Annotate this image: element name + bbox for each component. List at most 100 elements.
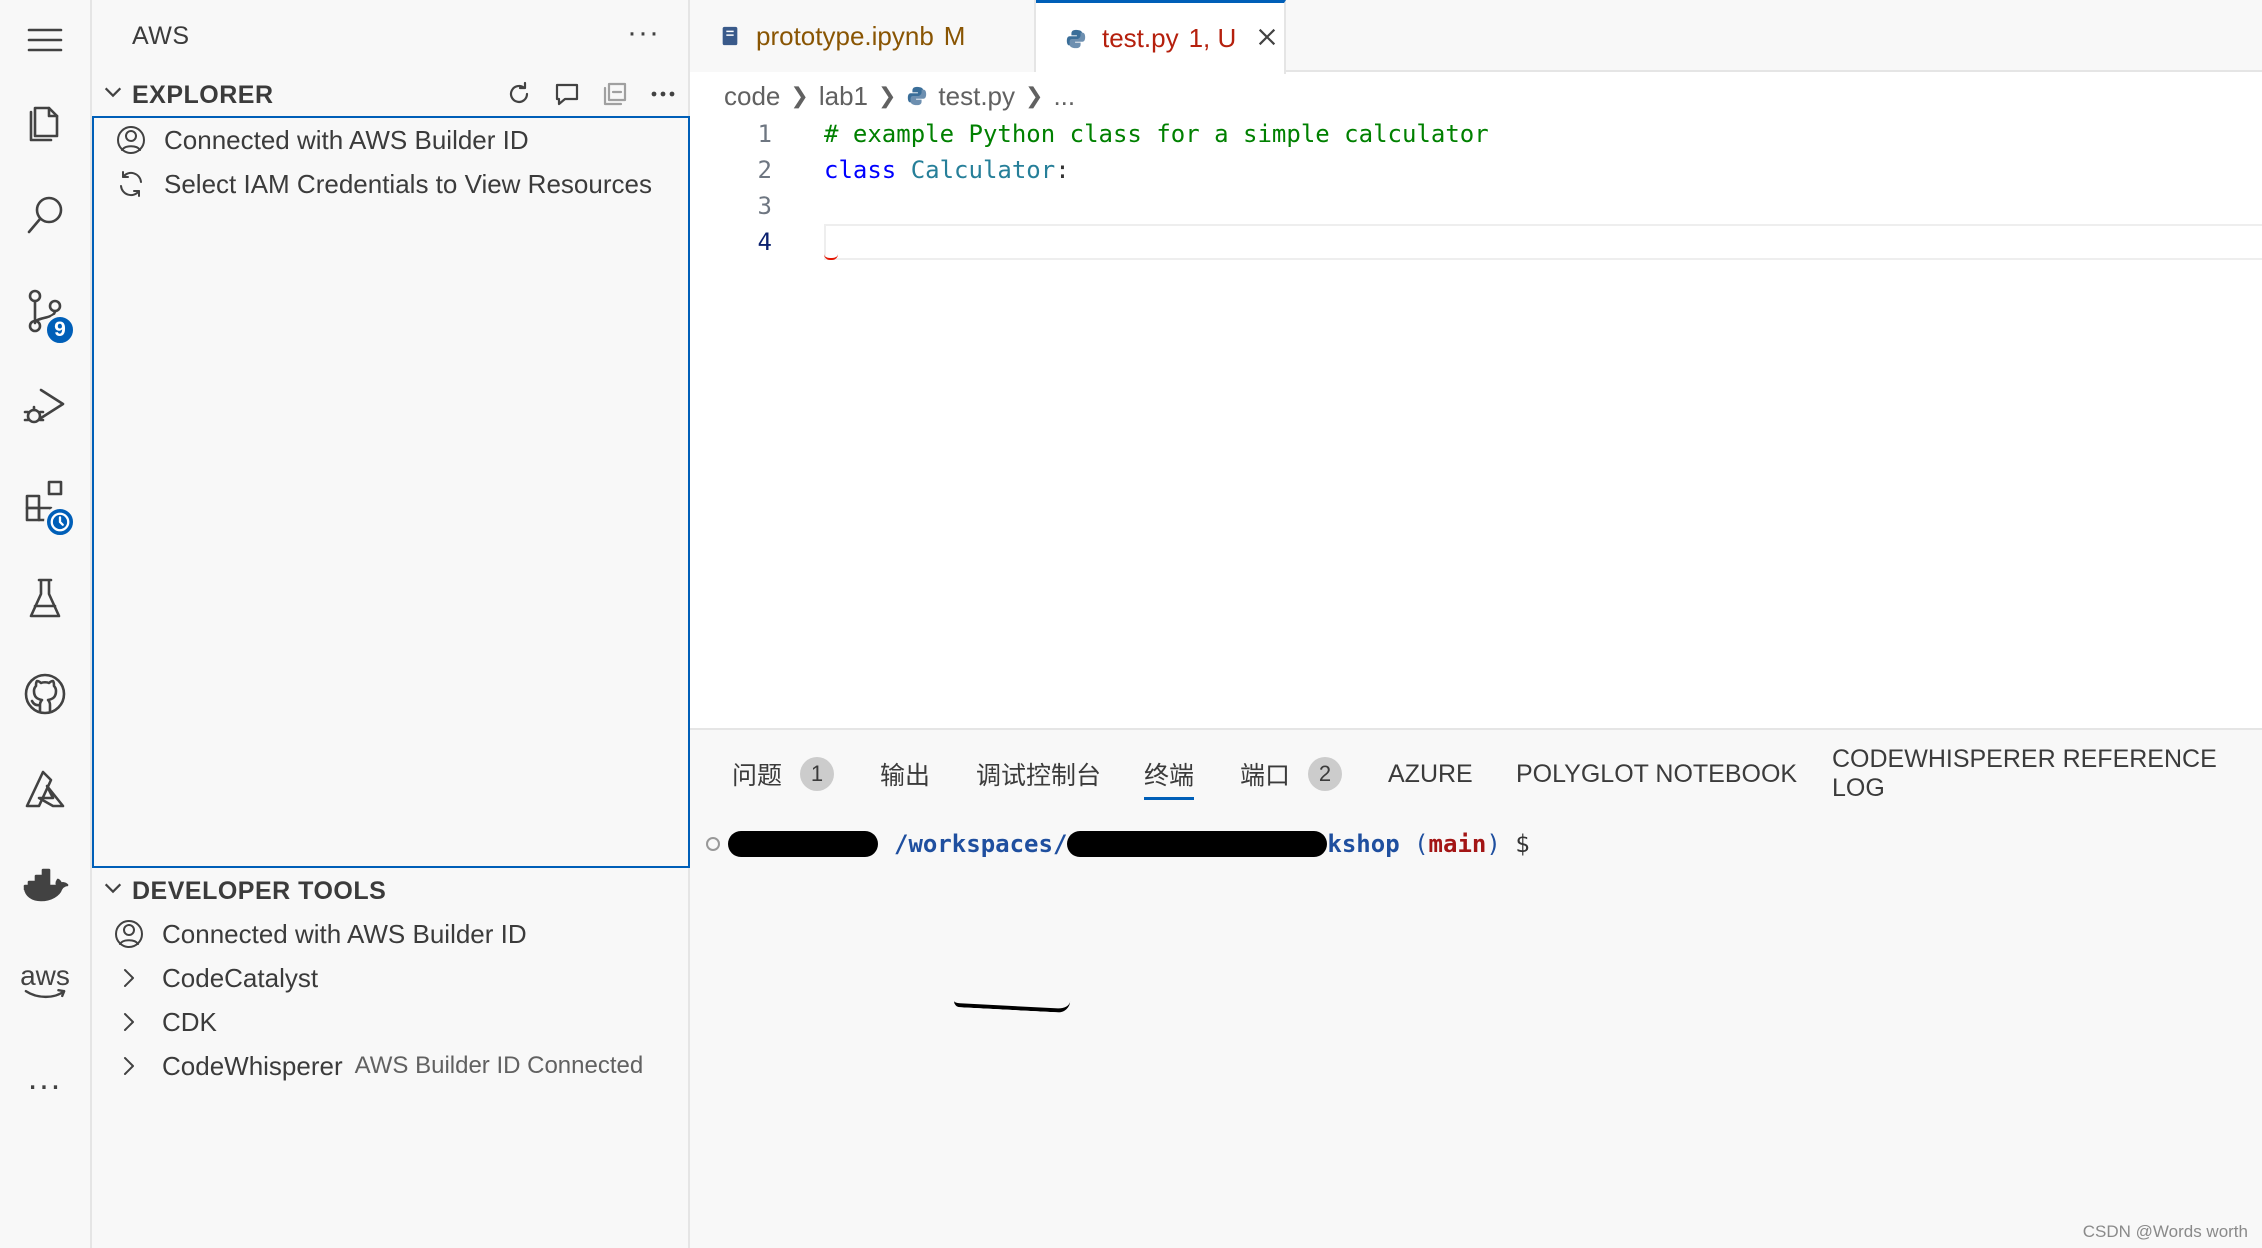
tab-status: 1, U: [1188, 23, 1237, 53]
search-button[interactable]: [0, 174, 90, 254]
panel-tab-polyglot-notebook[interactable]: POLYGLOT NOTEBOOK: [1516, 748, 1797, 800]
chevron-right-icon: [112, 1005, 146, 1039]
explorer-item-iam[interactable]: Select IAM Credentials to View Resources: [94, 162, 690, 206]
explorer-button[interactable]: [0, 80, 90, 160]
bottom-panel: 问题 1 输出 调试控制台 终端 端口 2 AZURE POLYGLOT NOT…: [690, 728, 2262, 1248]
explorer-section-label: EXPLORER: [132, 80, 274, 109]
dev-item-builder-id[interactable]: Connected with AWS Builder ID: [92, 912, 688, 956]
extensions-button[interactable]: [0, 462, 90, 542]
explorer-files-icon: [29, 106, 59, 142]
activity-bar: 9 aws ...: [0, 0, 92, 1248]
aws-button[interactable]: aws: [0, 942, 90, 1022]
explorer-toolbar: [504, 78, 678, 110]
account-icon: [112, 917, 146, 951]
docker-button[interactable]: [0, 846, 90, 926]
code-line: 1 # example Python class for a simple ca…: [690, 116, 2262, 152]
azure-icon: [25, 770, 65, 808]
more-icon: ...: [27, 1059, 63, 1097]
menu-button[interactable]: [0, 0, 90, 80]
breadcrumb-lab1[interactable]: lab1: [819, 81, 868, 112]
problems-count-badge: 1: [800, 757, 835, 791]
breadcrumb-code[interactable]: code: [724, 81, 780, 112]
breadcrumb-ellipsis[interactable]: ...: [1053, 81, 1075, 112]
panel-tab-debug-console[interactable]: 调试控制台: [976, 748, 1101, 800]
chevron-right-icon: [112, 961, 146, 995]
code-line: 4: [690, 224, 2262, 260]
chevron-right-icon: ❯: [877, 83, 897, 108]
refresh-button[interactable]: [504, 78, 534, 110]
breadcrumb: code ❯ lab1 ❯ test.py ❯ ...: [724, 78, 1075, 114]
testing-flask-icon: [29, 578, 61, 618]
terminal-prompt[interactable]: /workspaces/ kshop ( main ) $: [706, 826, 1530, 862]
sidebar-title: AWS: [132, 22, 190, 50]
dev-item-cdk[interactable]: CDK: [92, 1000, 688, 1044]
explorer-more-button[interactable]: [648, 78, 678, 110]
run-debug-button[interactable]: [0, 366, 90, 446]
code-class-def: class Calculator:: [824, 156, 1070, 184]
developer-tools-section-header[interactable]: DEVELOPER TOOLS: [92, 868, 688, 914]
tab-prototype-ipynb[interactable]: prototype.ipynb M: [690, 0, 1036, 72]
sync-icon: [114, 167, 148, 201]
sidebar-more-button[interactable]: ···: [627, 16, 660, 50]
terminal-path: /workspaces/: [894, 830, 1068, 858]
redaction-scribble: [953, 994, 1071, 1014]
collapse-all-button[interactable]: [600, 78, 630, 110]
python-icon: [1064, 27, 1088, 51]
redacted-path: [1067, 831, 1328, 857]
close-icon: [1259, 28, 1276, 45]
dev-item-codewhisperer[interactable]: CodeWhisperer AWS Builder ID Connected: [92, 1044, 688, 1088]
docker-icon: [23, 868, 69, 902]
code-line: 3: [690, 188, 2262, 224]
panel-tab-terminal[interactable]: 终端: [1144, 748, 1195, 800]
panel-tab-ports[interactable]: 端口 2: [1240, 748, 1343, 800]
code-line: 2 class Calculator:: [690, 152, 2262, 188]
line-number: 2: [757, 156, 772, 184]
tab-close-button[interactable]: [1256, 22, 1278, 56]
more-icon: [651, 91, 675, 97]
chevron-right-icon: [112, 1049, 146, 1083]
github-icon: [24, 673, 66, 715]
explorer-item-label: Select IAM Credentials to View Resources: [164, 168, 652, 199]
watermark: CSDN @Words worth: [2082, 1222, 2248, 1241]
editor-tabs: prototype.ipynb M test.py 1, U: [690, 0, 2262, 74]
chevron-down-icon: [102, 81, 126, 109]
tab-filename: test.py: [1102, 23, 1179, 53]
dev-item-description: AWS Builder ID Connected: [354, 1052, 644, 1079]
tab-test-py[interactable]: test.py 1, U: [1036, 0, 1286, 74]
dev-item-label: CodeCatalyst: [162, 962, 319, 993]
panel-tab-output[interactable]: 输出: [880, 748, 930, 800]
panel-tab-codewhisperer-log[interactable]: CODEWHISPERER REFERENCE LOG: [1832, 745, 2262, 802]
refresh-icon: [509, 81, 529, 103]
explorer-tree: Connected with AWS Builder ID Select IAM…: [92, 116, 690, 868]
explorer-item-label: Connected with AWS Builder ID: [164, 124, 529, 155]
terminal-status-icon: [706, 837, 720, 851]
panel-tab-azure[interactable]: AZURE: [1388, 748, 1473, 800]
github-button[interactable]: [0, 654, 90, 734]
dev-item-label: CodeWhisperer: [162, 1050, 343, 1081]
dev-item-label: Connected with AWS Builder ID: [162, 918, 527, 949]
dev-item-label: CDK: [162, 1006, 217, 1037]
line-number: 3: [757, 192, 772, 220]
chevron-right-icon: ❯: [1025, 83, 1044, 108]
source-control-button[interactable]: 9: [0, 270, 90, 350]
dev-item-codecatalyst[interactable]: CodeCatalyst: [92, 956, 688, 1000]
more-button[interactable]: ...: [0, 1038, 90, 1118]
explorer-section-header[interactable]: EXPLORER: [92, 72, 688, 118]
source-control-badge: 9: [44, 314, 76, 346]
redacted-username: [728, 831, 878, 857]
feedback-button[interactable]: [552, 78, 582, 110]
collapse-all-icon: [603, 82, 627, 106]
explorer-item-builder-id[interactable]: Connected with AWS Builder ID: [94, 118, 690, 162]
code-comment: # example Python class for a simple calc…: [824, 120, 1489, 148]
azure-button[interactable]: [0, 750, 90, 830]
run-debug-icon: [23, 388, 65, 424]
breadcrumb-test-py[interactable]: test.py: [938, 81, 1015, 112]
line-number: 1: [757, 120, 772, 148]
menu-icon: [27, 28, 63, 52]
search-icon: [27, 196, 63, 234]
panel-tab-problems[interactable]: 问题 1: [732, 748, 835, 800]
chevron-down-icon: [102, 877, 126, 905]
chevron-right-icon: ❯: [790, 83, 809, 108]
tab-status: M: [943, 20, 966, 51]
testing-button[interactable]: [0, 558, 90, 638]
